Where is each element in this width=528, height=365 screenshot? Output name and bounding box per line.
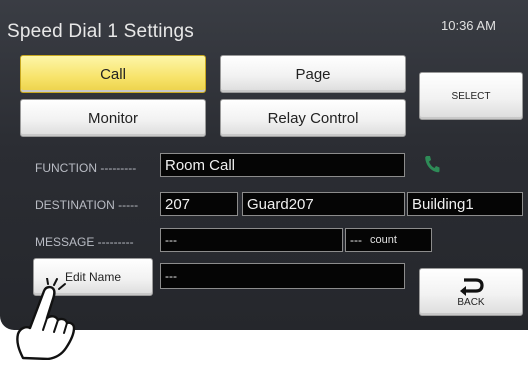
tab-relay-control[interactable]: Relay Control	[220, 99, 406, 137]
page-title: Speed Dial 1 Settings	[7, 21, 194, 42]
function-field[interactable]: Room Call	[160, 153, 405, 177]
pointing-hand-icon	[10, 277, 80, 361]
back-label: BACK	[457, 297, 485, 308]
phone-icon	[424, 155, 440, 173]
message-label: MESSAGE ---------	[35, 235, 134, 249]
back-button[interactable]: BACK	[419, 268, 523, 316]
tab-monitor[interactable]: Monitor	[20, 99, 206, 137]
tab-page[interactable]: Page	[220, 55, 406, 93]
select-button[interactable]: SELECT	[419, 72, 523, 120]
back-arrow-icon	[458, 276, 484, 296]
name-field[interactable]: ---	[160, 263, 405, 289]
count-field[interactable]: --- count	[345, 228, 432, 252]
tab-call[interactable]: Call	[20, 55, 206, 93]
destination-number-field[interactable]: 207	[160, 192, 238, 216]
destination-building-field[interactable]: Building1	[407, 192, 523, 216]
destination-name-field[interactable]: Guard207	[242, 192, 405, 216]
count-label: count	[370, 234, 397, 246]
destination-label: DESTINATION -----	[35, 198, 139, 212]
function-label: FUNCTION ---------	[35, 161, 137, 175]
message-field[interactable]: ---	[160, 228, 343, 252]
clock: 10:36 AM	[441, 18, 496, 33]
count-value: ---	[350, 233, 362, 247]
